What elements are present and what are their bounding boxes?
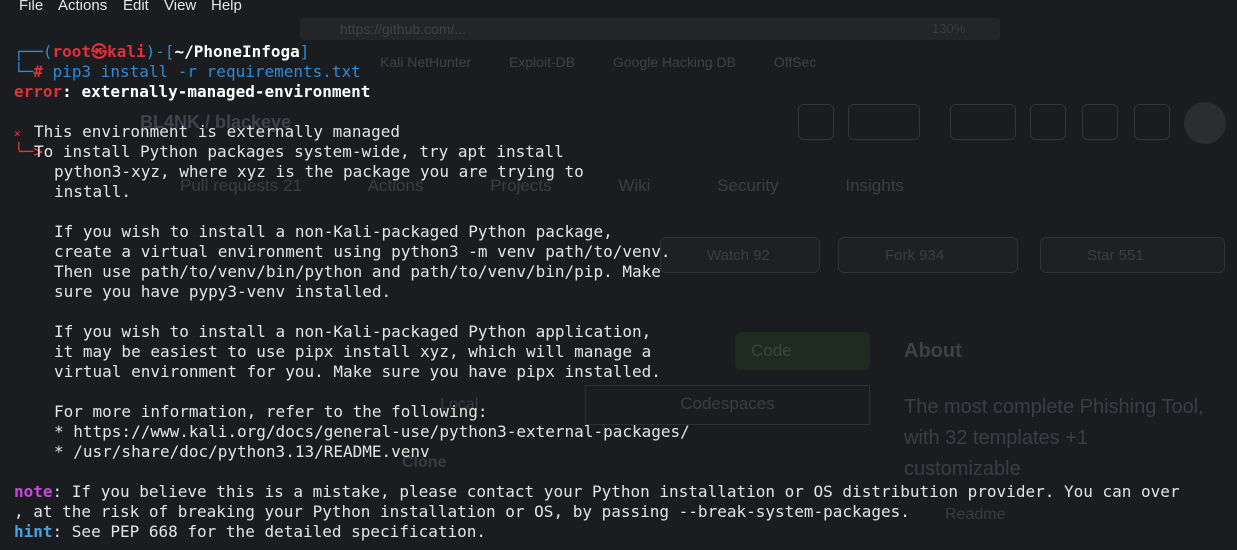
prompt-user: root [52, 42, 92, 61]
body-line-1: python3-xyz, where xyz is the package yo… [54, 162, 584, 181]
skull-icon: ㉿ [91, 42, 108, 61]
note-continuation: , at the risk of breaking your Python in… [14, 502, 910, 521]
body-line-15: * /usr/share/doc/python3.13/README.venv [54, 442, 430, 461]
menu-actions[interactable]: Actions [58, 0, 107, 14]
menu-help[interactable]: Help [211, 0, 242, 14]
command-line: └─# pip3 install -r requirements.txt [14, 62, 361, 81]
hint-text: : See PEP 668 for the detailed specifica… [52, 522, 487, 541]
prompt-path: ~/PhoneInfoga [174, 42, 300, 61]
body-line-4: If you wish to install a non-Kali-packag… [54, 222, 613, 241]
prompt-line: ┌──(root㉿kali)-[~/PhoneInfoga] [14, 42, 310, 61]
body-line-11: virtual environment for you. Make sure y… [54, 362, 661, 381]
background-url-text: https://github.com/... [340, 21, 467, 37]
body-line-13: For more information, refer to the follo… [54, 402, 488, 421]
note-text: : If you believe this is a mistake, plea… [52, 482, 1180, 501]
body-line-10: it may be easiest to use pipx install xy… [54, 342, 652, 361]
error-text: : externally-managed-environment [62, 82, 371, 101]
body-line-6: Then use path/to/venv/bin/python and pat… [54, 262, 661, 281]
error-label: error [14, 82, 63, 101]
background-zoom: 130% [932, 21, 966, 36]
managed-title-line: × This environment is externally managed [14, 122, 400, 144]
body-text-0: To install Python packages system-wide, … [34, 142, 564, 161]
error-line: error: externally-managed-environment [14, 82, 370, 102]
terminal-menubar: File Actions Edit View Help [0, 0, 1237, 16]
cross-icon: × [14, 127, 21, 140]
command-text: pip3 install -r requirements.txt [52, 62, 361, 81]
root-hash-icon: # [33, 62, 43, 81]
body-line-5: create a virtual environment using pytho… [54, 242, 671, 261]
managed-title: This environment is externally managed [34, 122, 401, 141]
terminal-output[interactable]: ┌──(root㉿kali)-[~/PhoneInfoga] └─# pip3 … [0, 40, 1237, 550]
menu-edit[interactable]: Edit [123, 0, 149, 14]
hint-line: hint: See PEP 668 for the detailed speci… [14, 522, 486, 542]
prompt-host: kali [107, 42, 146, 61]
note-line: note: If you believe this is a mistake, … [14, 482, 1180, 502]
menu-view[interactable]: View [164, 0, 196, 14]
arrow-icon: ╰─> [14, 142, 43, 161]
body-line-7: sure you have pypy3-venv installed. [54, 282, 392, 301]
body-line-9: If you wish to install a non-Kali-packag… [54, 322, 652, 341]
note-label: note [14, 482, 53, 501]
menu-file[interactable]: File [19, 0, 43, 14]
body-line-14: * https://www.kali.org/docs/general-use/… [54, 422, 690, 441]
background-url-bar: https://github.com/... [300, 18, 1000, 40]
body-line-0: ╰─>To install Python packages system-wid… [14, 142, 564, 162]
body-line-2: install. [54, 182, 132, 201]
hint-label: hint [14, 522, 53, 541]
